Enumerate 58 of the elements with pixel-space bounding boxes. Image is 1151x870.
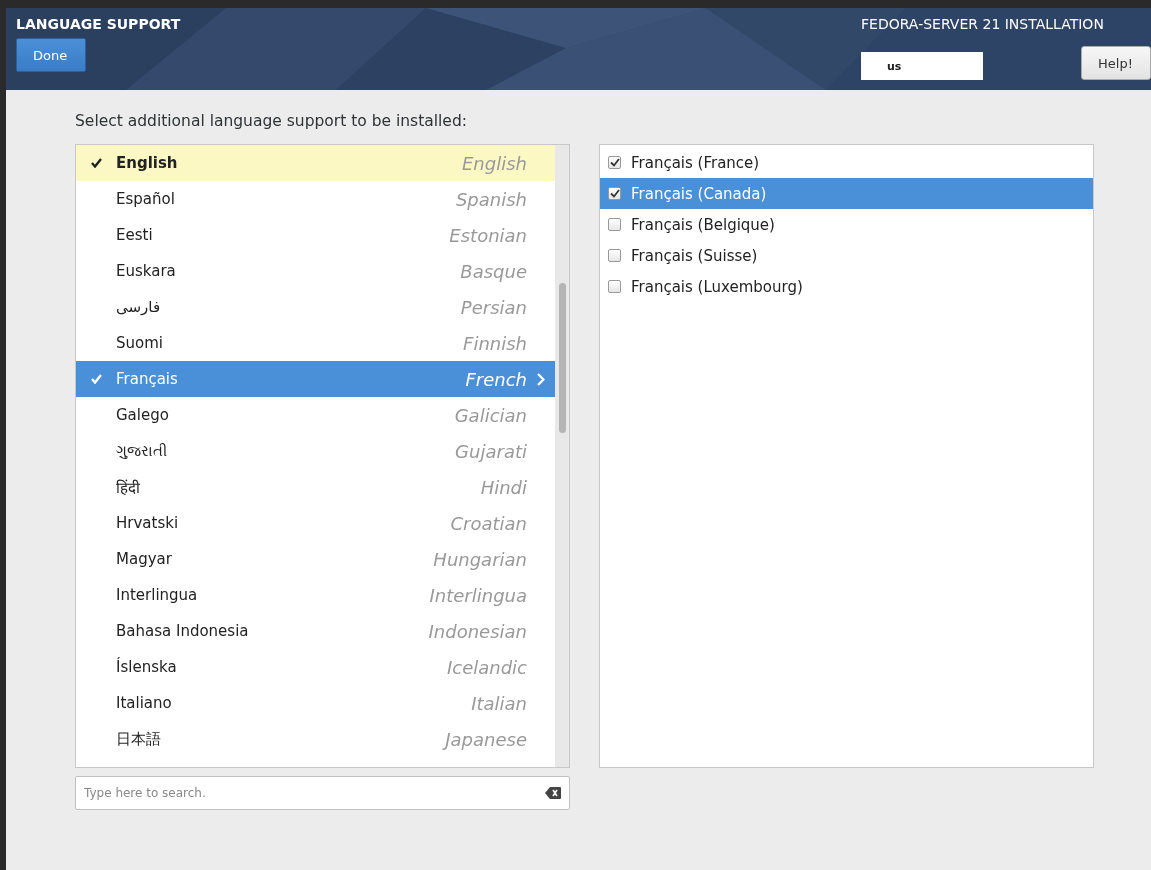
clear-icon[interactable] [545, 787, 561, 799]
language-native-name: Hrvatski [116, 514, 179, 532]
locale-row[interactable]: Français (Belgique) [600, 209, 1093, 240]
language-native-name: Español [116, 190, 175, 208]
locale-label: Français (France) [631, 153, 760, 172]
language-english-name: Interlingua [429, 584, 527, 606]
product-title: FEDORA-SERVER 21 INSTALLATION [861, 16, 1105, 32]
language-english-name: Persian [460, 296, 527, 318]
locale-label: Français (Canada) [631, 184, 767, 203]
language-row[interactable]: English English [76, 145, 555, 181]
language-english-name: Estonian [449, 224, 527, 246]
language-english-name: English [462, 152, 527, 174]
scrollbar-thumb[interactable] [558, 283, 566, 433]
language-native-name: Suomi [116, 334, 163, 352]
language-english-name: Indonesian [428, 620, 527, 642]
checkbox[interactable] [608, 249, 621, 262]
locale-row[interactable]: Français (Suisse) [600, 240, 1093, 271]
language-english-name: Italian [471, 692, 527, 714]
language-english-name: Gujarati [455, 440, 527, 462]
language-native-name: Euskara [116, 262, 176, 280]
language-native-name: Bahasa Indonesia [116, 622, 249, 640]
language-english-name: Hindi [480, 476, 527, 498]
checkbox[interactable] [608, 218, 621, 231]
language-english-name: Croatian [450, 512, 527, 534]
checkbox[interactable] [608, 187, 621, 200]
keyboard-layout-indicator[interactable]: us [861, 52, 983, 80]
language-native-name: Français [116, 370, 178, 388]
checkbox[interactable] [608, 280, 621, 293]
language-native-name: 日本語 [116, 729, 161, 749]
locale-label: Français (Suisse) [631, 246, 758, 265]
chevron-right-icon [537, 372, 545, 386]
locale-label: Français (Luxembourg) [631, 277, 803, 296]
language-native-name: Eesti [116, 226, 153, 244]
search-field[interactable]: Type here to search. [75, 776, 570, 810]
language-native-name: Magyar [116, 550, 172, 568]
language-english-name: Galician [454, 404, 527, 426]
language-english-name: Spanish [455, 188, 527, 210]
help-button[interactable]: Help! [1081, 46, 1151, 80]
language-native-name: Italiano [116, 694, 172, 712]
language-english-name: Basque [460, 260, 527, 282]
language-native-name: Galego [116, 406, 169, 424]
language-native-name: فارسی [116, 298, 161, 316]
language-english-name: Finnish [463, 332, 527, 354]
instruction-text: Select additional language support to be installed: [75, 112, 468, 130]
language-native-name: Íslenska [116, 658, 177, 676]
language-english-name: French [465, 368, 527, 390]
screen-title: LANGUAGE SUPPORT [16, 16, 181, 32]
language-native-name: ગુજરાતી [116, 442, 167, 460]
language-native-name: Interlingua [116, 586, 198, 604]
checkbox[interactable] [608, 156, 621, 169]
language-native-name: English [116, 154, 178, 172]
locale-row[interactable]: Français (France) [600, 147, 1093, 178]
language-english-name: Icelandic [446, 656, 527, 678]
locale-row[interactable]: Français (Luxembourg) [600, 271, 1093, 302]
locale-label: Français (Belgique) [631, 215, 775, 234]
done-button[interactable]: Done [16, 38, 86, 72]
language-native-name: हिंदी [116, 478, 140, 497]
language-english-name: Hungarian [433, 548, 527, 570]
